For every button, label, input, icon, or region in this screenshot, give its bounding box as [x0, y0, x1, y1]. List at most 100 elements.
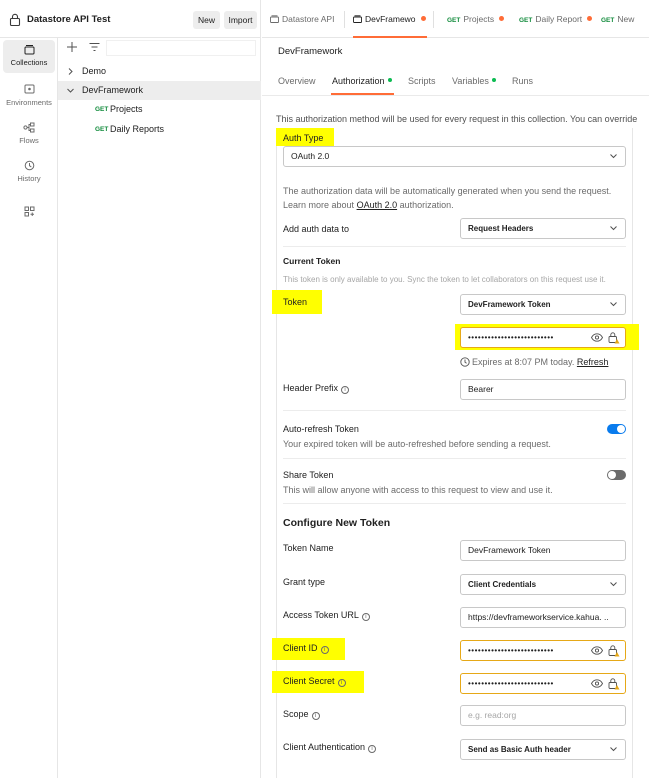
lock-warning-icon[interactable]	[608, 677, 620, 690]
tab-datastore-api[interactable]: Datastore API	[270, 0, 334, 38]
grant-type-select[interactable]: Client Credentials	[460, 574, 626, 595]
new-button[interactable]: New	[193, 11, 220, 29]
auto-refresh-toggle[interactable]	[607, 424, 626, 434]
rail-flows[interactable]: Flows	[3, 120, 55, 152]
method-badge: GET	[519, 17, 533, 24]
tab-devframework[interactable]: DevFramewo	[353, 0, 427, 38]
subtab-runs[interactable]: Runs	[512, 76, 533, 86]
configure-token-heading: Configure New Token	[283, 517, 391, 529]
tree-item-demo[interactable]: Demo	[58, 62, 261, 81]
lock-warning-icon[interactable]	[608, 644, 620, 657]
plus-icon[interactable]	[66, 41, 78, 53]
auth-type-select[interactable]: OAuth 2.0	[283, 146, 626, 167]
header-prefix-value: Bearer	[468, 384, 494, 394]
token-name-value: DevFramework Token	[468, 545, 551, 555]
collection-icon	[270, 15, 279, 23]
subtab-variables[interactable]: Variables	[452, 76, 496, 86]
method-badge: GET	[447, 17, 461, 24]
current-token-heading: Current Token	[283, 256, 341, 266]
rail-collections[interactable]: Collections	[3, 40, 55, 73]
access-url-value: https://devframeworkservice.kahua. ..	[468, 612, 609, 622]
chevron-down-icon	[610, 226, 617, 231]
info-icon: i	[311, 712, 320, 720]
client-id-input[interactable]: ••••••••••••••••••••••••••	[460, 640, 626, 661]
grant-type-value: Client Credentials	[468, 580, 537, 589]
tab-label: Daily Report	[535, 14, 583, 24]
tab-new[interactable]: GET New	[601, 0, 634, 38]
token-select[interactable]: DevFramework Token	[460, 294, 626, 315]
auth-info-suffix: authorization.	[399, 200, 454, 210]
tree-request-daily-reports[interactable]: GET Daily Reports	[58, 120, 261, 139]
method-badge: GET	[95, 126, 109, 133]
scope-label: Scope i	[283, 709, 320, 720]
oauth-link[interactable]: OAuth 2.0	[357, 200, 398, 210]
auth-type-label: Auth Type	[283, 133, 324, 143]
tab-projects[interactable]: GET Projects	[447, 0, 505, 38]
divider	[262, 95, 649, 96]
masked-client-secret: ••••••••••••••••••••••••••	[468, 679, 554, 688]
token-label: Token	[283, 297, 308, 307]
info-icon: i	[337, 679, 346, 687]
collection-icon	[353, 15, 362, 23]
method-badge: GET	[601, 17, 615, 24]
tab-label: New	[617, 14, 635, 24]
add-auth-select[interactable]: Request Headers	[460, 218, 626, 239]
flows-icon	[23, 122, 35, 133]
rail-history[interactable]: History	[3, 158, 55, 190]
workspace-title: Datastore API Test	[27, 14, 111, 25]
header-prefix-input[interactable]: Bearer	[460, 379, 626, 400]
client-id-text: Client ID	[283, 643, 318, 653]
client-secret-input[interactable]: ••••••••••••••••••••••••••	[460, 673, 626, 694]
header-prefix-label: Header Prefix i	[283, 383, 350, 394]
eye-icon[interactable]	[591, 333, 603, 342]
tree-request-projects[interactable]: GET Projects	[58, 100, 261, 119]
subtab-overview[interactable]: Overview	[278, 76, 316, 86]
scope-placeholder: e.g. read:org	[468, 710, 517, 720]
eye-icon[interactable]	[591, 646, 603, 655]
client-auth-value: Send as Basic Auth header	[468, 745, 571, 754]
token-expiry: Expires at 8:07 PM today. Refresh	[460, 357, 608, 367]
share-token-desc: This will allow anyone with access to th…	[283, 485, 553, 495]
scope-input[interactable]: e.g. read:org	[460, 705, 626, 726]
tree-item-devframework[interactable]: DevFramework	[58, 81, 261, 100]
subtab-authorization[interactable]: Authorization	[332, 76, 392, 86]
expires-text: Expires at 8:07 PM today.	[472, 357, 575, 367]
grant-type-label: Grant type	[283, 577, 326, 587]
current-token-note: This token is only available to you. Syn…	[283, 275, 606, 284]
lock-warning-icon[interactable]	[608, 331, 620, 344]
share-token-toggle[interactable]	[607, 470, 626, 480]
chevron-right-icon	[68, 68, 73, 75]
collections-icon	[24, 45, 34, 55]
tree-item-label: Demo	[82, 66, 107, 76]
subtab-label: Runs	[512, 76, 534, 86]
rail-configure[interactable]	[3, 206, 55, 220]
rail-history-label: History	[17, 174, 41, 183]
client-secret-label: Client Secret i	[283, 676, 346, 687]
refresh-link[interactable]: Refresh	[577, 357, 609, 367]
token-name-input[interactable]: DevFramework Token	[460, 540, 626, 561]
subtab-scripts[interactable]: Scripts	[408, 76, 436, 86]
auto-refresh-label: Auto-refresh Token	[283, 424, 359, 434]
client-auth-label: Client Authentication i	[283, 742, 377, 753]
access-token-field[interactable]: ••••••••••••••••••••••••••	[460, 327, 626, 348]
tree-request-label: Projects	[110, 104, 143, 114]
auto-refresh-desc: Your expired token will be auto-refreshe…	[283, 439, 551, 449]
icon-rail: Collections Environments Flows History	[0, 38, 58, 778]
eye-icon[interactable]	[591, 679, 603, 688]
client-auth-select[interactable]: Send as Basic Auth header	[460, 739, 626, 760]
info-icon: i	[320, 646, 329, 654]
access-token-url-input[interactable]: https://devframeworkservice.kahua. ..	[460, 607, 626, 628]
chevron-down-icon	[610, 154, 617, 159]
token-value: DevFramework Token	[468, 300, 551, 309]
auth-description: This authorization method will be used f…	[276, 114, 638, 124]
lock-icon	[9, 13, 21, 26]
rail-environments[interactable]: Environments	[3, 82, 55, 114]
token-name-label: Token Name	[283, 543, 334, 553]
import-button[interactable]: Import	[224, 11, 257, 29]
subtab-label: Overview	[278, 76, 316, 86]
info-icon: i	[341, 386, 350, 394]
filter-icon[interactable]	[89, 42, 100, 52]
tab-daily-report[interactable]: GET Daily Report	[519, 0, 593, 38]
share-token-label: Share Token	[283, 470, 334, 480]
sidebar-search-input[interactable]	[106, 40, 256, 56]
